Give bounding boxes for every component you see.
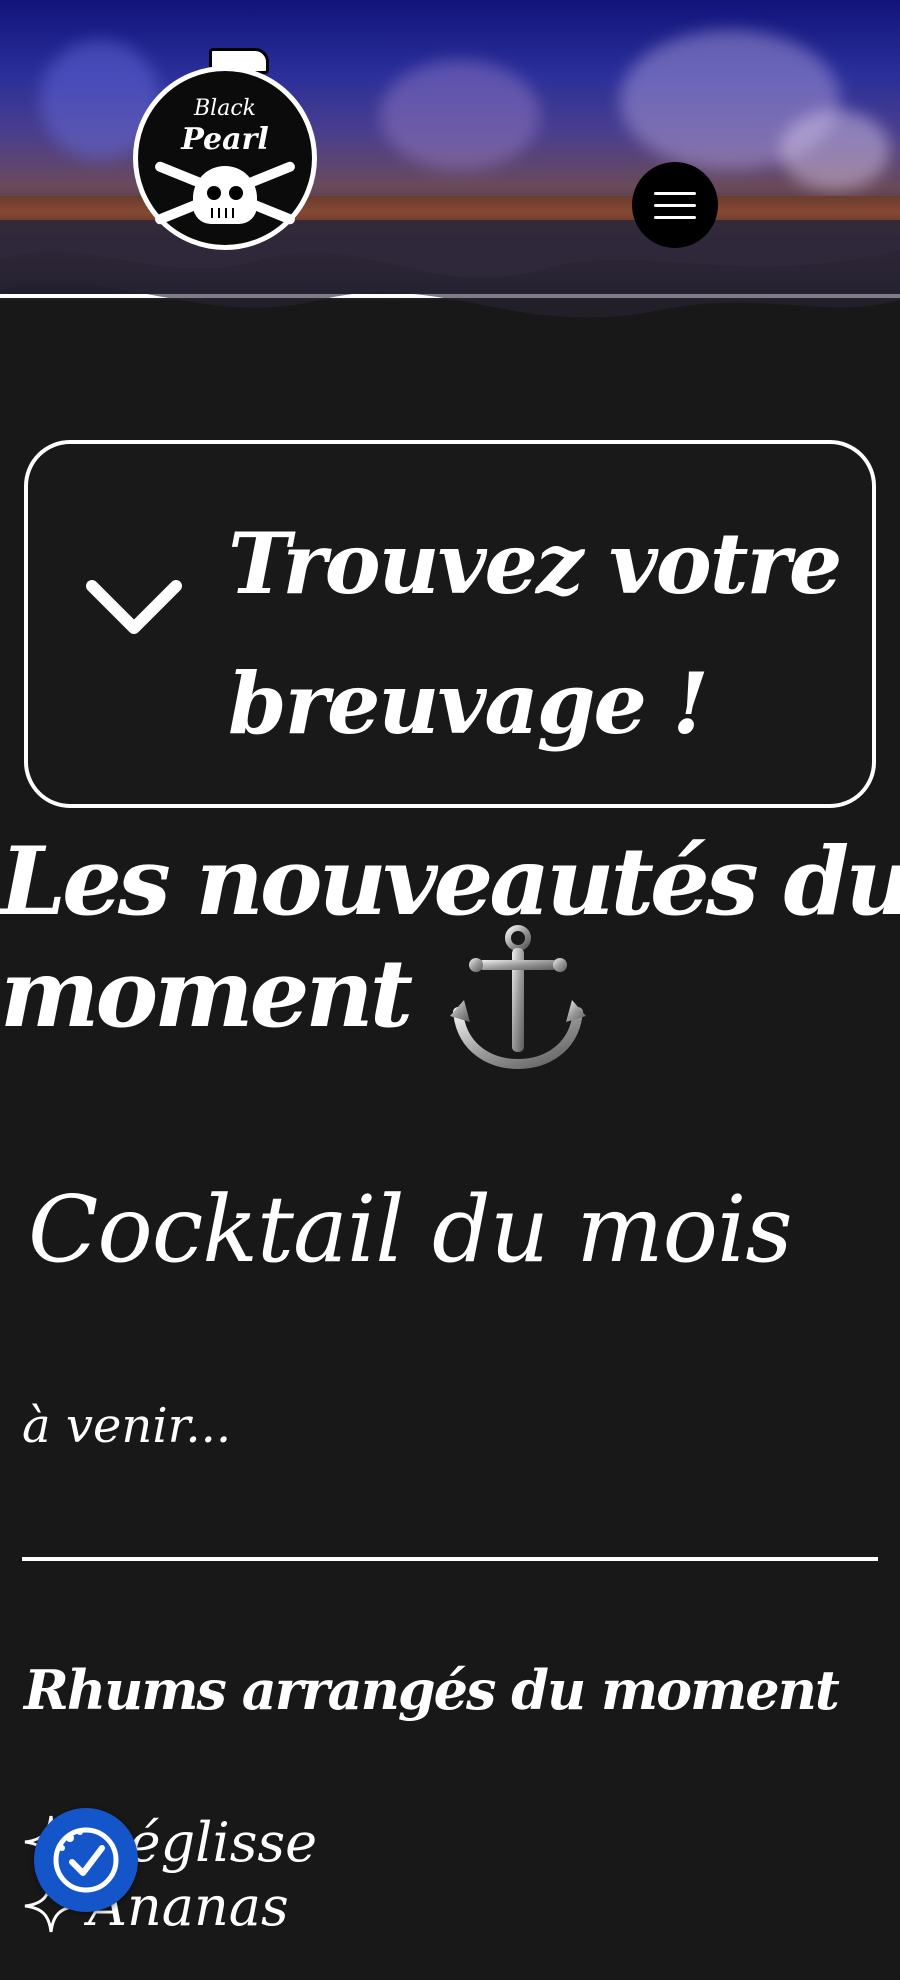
hamburger-menu-icon xyxy=(654,192,696,195)
bokeh-light xyxy=(380,60,540,170)
find-drink-toggle[interactable]: Trouvez votre breuvage ! xyxy=(24,440,876,808)
logo-text-line2: Pearl xyxy=(181,122,269,157)
rhums-heading: Rhums arrangés du moment xyxy=(24,1658,840,1722)
anchor-icon xyxy=(450,925,586,1070)
cocktail-heading: Cocktail du mois xyxy=(28,1176,793,1283)
skull-icon xyxy=(193,166,257,224)
hamburger-menu-button[interactable] xyxy=(632,162,718,248)
news-heading-line1: Les nouveautés du xyxy=(0,827,900,937)
bokeh-light xyxy=(780,110,890,190)
find-drink-label: Trouvez votre breuvage ! xyxy=(228,514,842,753)
cocktail-text: à venir... xyxy=(22,1398,232,1454)
accessibility-check-icon xyxy=(53,1827,119,1893)
section-divider xyxy=(22,1557,878,1561)
chevron-down-icon xyxy=(86,580,182,634)
logo-text-line1: Black xyxy=(194,96,256,121)
accessibility-button[interactable] xyxy=(34,1808,138,1912)
black-pearl-logo[interactable]: Black Pearl xyxy=(133,48,317,250)
